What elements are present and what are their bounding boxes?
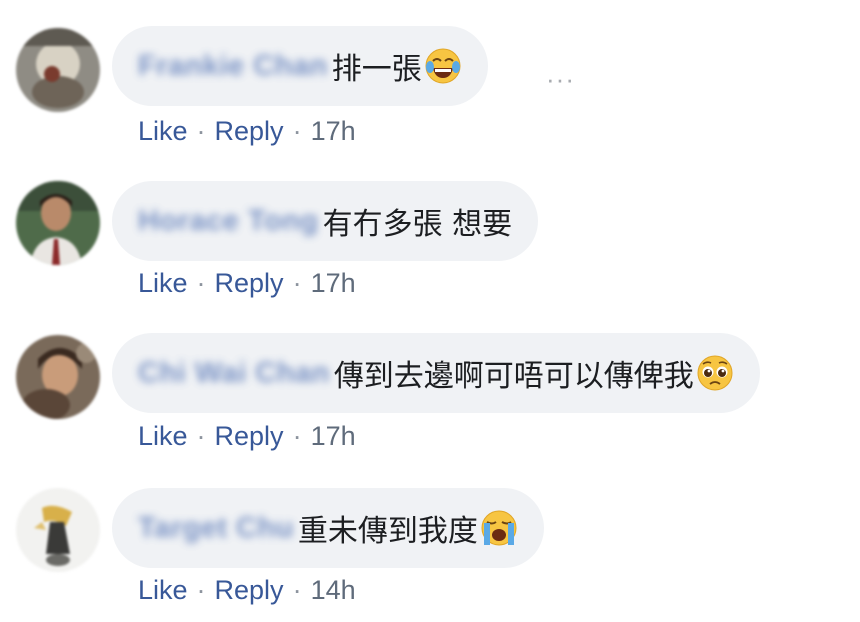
comment-author[interactable]: Chi Wai Chan (138, 357, 330, 390)
timestamp[interactable]: 17h (311, 421, 356, 451)
avatar[interactable] (16, 488, 100, 572)
comment-author[interactable]: Frankie Chan (138, 50, 328, 83)
comment-text: 重未傳到我度 (297, 514, 478, 549)
timestamp[interactable]: 17h (311, 116, 356, 146)
timestamp[interactable]: 17h (311, 268, 356, 298)
pleading-face-icon (696, 354, 734, 392)
separator: · (196, 575, 206, 605)
like-link[interactable]: Like (138, 116, 188, 146)
reply-link[interactable]: Reply (215, 268, 284, 298)
separator: · (292, 268, 302, 298)
loudly-crying-face-icon (480, 509, 518, 547)
like-link[interactable]: Like (138, 268, 188, 298)
timestamp[interactable]: 14h (311, 575, 356, 605)
comment-author[interactable]: Target Chu (138, 512, 294, 545)
comment-item: Horace Tong 有冇多張 想要 Like · Reply · 17h (0, 155, 860, 305)
comment-item: Frankie Chan 排一張 ··· Like · Reply · 17h (0, 0, 860, 150)
comment-item: Chi Wai Chan 傳到去邊啊可唔可以傳俾我 Like · Reply · 17h (0, 307, 860, 457)
reply-link[interactable]: Reply (215, 421, 284, 451)
avatar[interactable] (16, 28, 100, 112)
comment-bubble: Chi Wai Chan 傳到去邊啊可唔可以傳俾我 (112, 333, 760, 413)
avatar[interactable] (16, 335, 100, 419)
comment-text: 排一張 (331, 52, 422, 87)
separator: · (292, 575, 302, 605)
like-link[interactable]: Like (138, 575, 188, 605)
comment-actions: Like · Reply · 17h (138, 116, 356, 147)
avatar[interactable] (16, 181, 100, 265)
separator: · (292, 421, 302, 451)
more-options-icon[interactable]: ··· (546, 66, 575, 92)
comment-text: 有冇多張 想要 (322, 207, 513, 242)
like-link[interactable]: Like (138, 421, 188, 451)
separator: · (196, 268, 206, 298)
reply-link[interactable]: Reply (215, 575, 284, 605)
tears-of-joy-icon (424, 47, 462, 85)
comment-bubble: Frankie Chan 排一張 (112, 26, 488, 106)
comment-bubble: Target Chu 重未傳到我度 (112, 488, 544, 568)
comment-bubble: Horace Tong 有冇多張 想要 (112, 181, 539, 261)
separator: · (196, 116, 206, 146)
comment-actions: Like · Reply · 14h (138, 575, 356, 606)
comment-text: 傳到去邊啊可唔可以傳俾我 (333, 359, 694, 394)
comment-actions: Like · Reply · 17h (138, 268, 356, 299)
reply-link[interactable]: Reply (215, 116, 284, 146)
comment-author[interactable]: Horace Tong (138, 205, 319, 238)
comment-item: Target Chu 重未傳到我度 Like · Reply · 14h (0, 462, 860, 612)
separator: · (292, 116, 302, 146)
separator: · (196, 421, 206, 451)
comment-actions: Like · Reply · 17h (138, 421, 356, 452)
